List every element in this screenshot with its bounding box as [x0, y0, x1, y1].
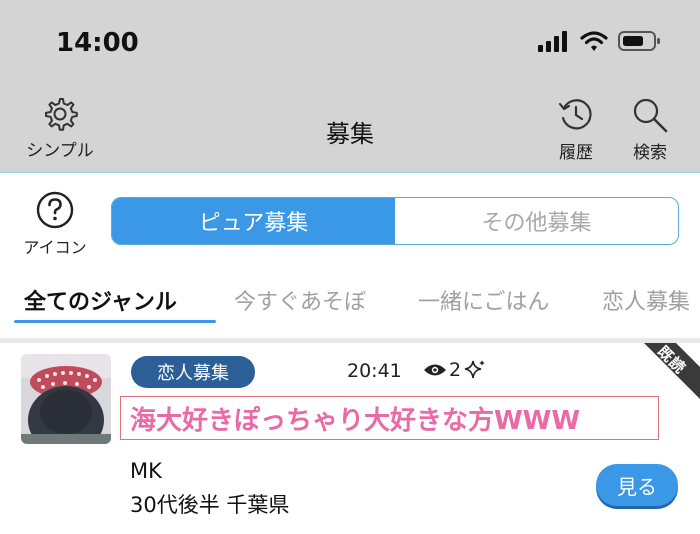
history-icon [558, 99, 592, 130]
question-icon [36, 191, 74, 229]
poster-age-location: 30代後半 千葉県 [130, 493, 290, 517]
icon-help-label: アイコン [23, 238, 87, 257]
history-button[interactable]: 履歴 [548, 96, 604, 163]
genre-tab-all[interactable]: 全てのジャンル [24, 284, 177, 316]
post-title: 海大好きぽっちゃり大好きな方WWW [130, 405, 581, 436]
history-label: 履歴 [559, 143, 593, 163]
recruit-type-segmented-control: ピュア募集 その他募集 [111, 197, 679, 245]
status-time: 14:00 [56, 28, 139, 58]
sparkle-icon [464, 360, 486, 379]
search-icon [633, 98, 668, 133]
genre-tab-lover[interactable]: 恋人募集 [602, 284, 690, 316]
search-button[interactable]: 検索 [622, 96, 678, 163]
status-icons [538, 30, 662, 52]
icon-help-button[interactable]: アイコン [18, 190, 92, 258]
genre-tabs: 全てのジャンル 今すぐあそぼ 一緒にごはん 恋人募集 [0, 284, 700, 324]
search-label: 検索 [633, 143, 667, 163]
view-count: 2 [423, 358, 487, 382]
genre-tab-play-now[interactable]: 今すぐあそぼ [234, 284, 366, 316]
wifi-icon [580, 31, 608, 51]
cellular-signal-icon [538, 31, 567, 52]
view-post-button[interactable]: 見る [596, 464, 678, 506]
avatar[interactable] [21, 354, 111, 444]
active-genre-underline [14, 320, 216, 323]
post-time: 20:41 [347, 360, 402, 382]
battery-icon [618, 31, 660, 51]
segment-other-recruit[interactable]: その他募集 [395, 198, 678, 244]
category-badge: 恋人募集 [131, 356, 255, 388]
post-title-box[interactable]: 海大好きぽっちゃり大好きな方WWW [120, 396, 659, 440]
genre-tab-dine-together[interactable]: 一緒にごはん [418, 284, 550, 316]
poster-name: MK [130, 459, 162, 483]
view-count-value: 2 [449, 359, 462, 381]
eye-icon [424, 364, 446, 376]
segment-pure-recruit[interactable]: ピュア募集 [112, 198, 395, 244]
